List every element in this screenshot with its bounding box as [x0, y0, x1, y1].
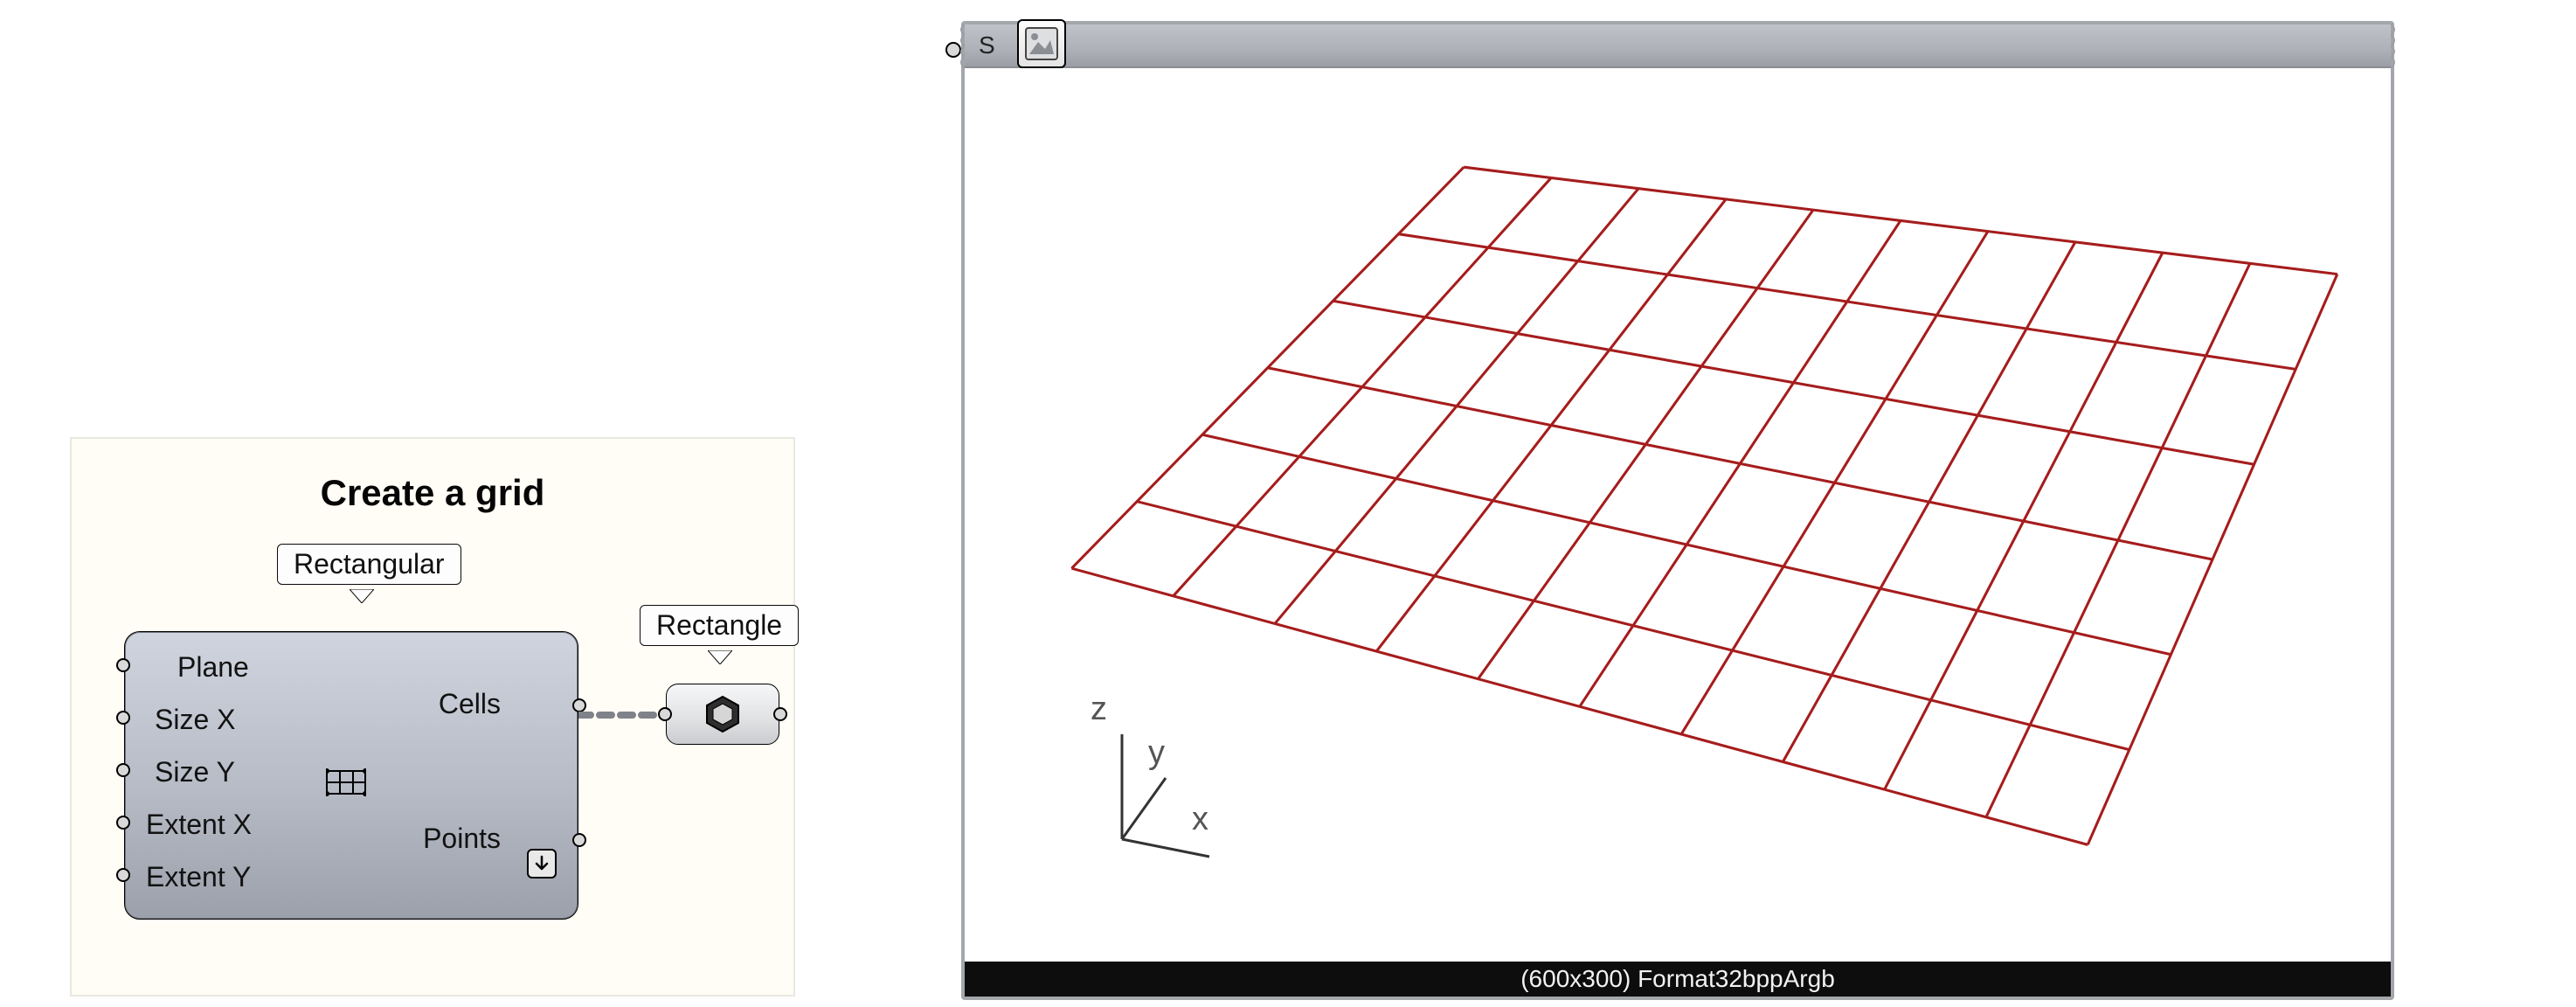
grip-input-extent-y[interactable]	[116, 868, 130, 882]
axis-y: y	[1148, 734, 1165, 772]
viewer-header[interactable]: S	[965, 24, 2391, 68]
output-points[interactable]: Points	[423, 823, 501, 855]
viewer-canvas[interactable]: z y x	[965, 68, 2391, 962]
image-viewer-panel[interactable]: S	[961, 21, 2394, 1000]
component-label[interactable]: Rectangular	[277, 544, 461, 585]
axis-x: x	[1192, 801, 1208, 838]
scribble-title: Create a grid	[72, 472, 793, 514]
param-label-pointer	[708, 650, 732, 664]
grip-input-extent-x[interactable]	[116, 816, 130, 830]
hexagon-icon	[703, 695, 742, 733]
param-label[interactable]: Rectangle	[640, 605, 799, 646]
grip-input-size-x[interactable]	[116, 711, 130, 725]
viewer-footer-text: (600x300) Format32bppArgb	[965, 965, 2391, 993]
grip-output-points[interactable]	[572, 833, 586, 847]
output-cells[interactable]: Cells	[439, 688, 501, 720]
input-extent-x[interactable]: Extent X	[146, 809, 252, 841]
scribble-panel: Create a grid Rectangular Rectangle Plan…	[70, 437, 795, 997]
param-rectangle[interactable]	[666, 684, 779, 745]
input-size-y[interactable]: Size Y	[155, 756, 235, 788]
grip-param-in[interactable]	[658, 707, 672, 721]
input-plane[interactable]: Plane	[177, 651, 249, 684]
header-ripple-right	[2391, 24, 2408, 68]
image-thumb-button[interactable]	[1017, 19, 1066, 68]
component-rectangular-grid[interactable]: Plane Size X Size Y Extent X Extent Y Ce…	[124, 631, 578, 920]
axis-z: z	[1091, 691, 1107, 728]
input-extent-y[interactable]: Extent Y	[146, 861, 251, 893]
input-size-x[interactable]: Size X	[155, 704, 235, 736]
axis-triad	[1035, 699, 1227, 892]
header-ripple-left	[947, 24, 965, 68]
viewer-header-char: S	[979, 31, 995, 59]
grip-input-size-y[interactable]	[116, 763, 130, 777]
viewer-footer: (600x300) Format32bppArgb	[965, 962, 2391, 997]
grip-param-out[interactable]	[773, 707, 787, 721]
component-inputs: Plane Size X Size Y Extent X Extent Y	[146, 632, 312, 919]
grip-input-plane[interactable]	[116, 658, 130, 672]
output-flatten-icon[interactable]	[527, 849, 557, 879]
component-label-pointer	[350, 589, 374, 603]
component-grid-icon	[326, 767, 366, 797]
image-icon	[1024, 26, 1059, 61]
